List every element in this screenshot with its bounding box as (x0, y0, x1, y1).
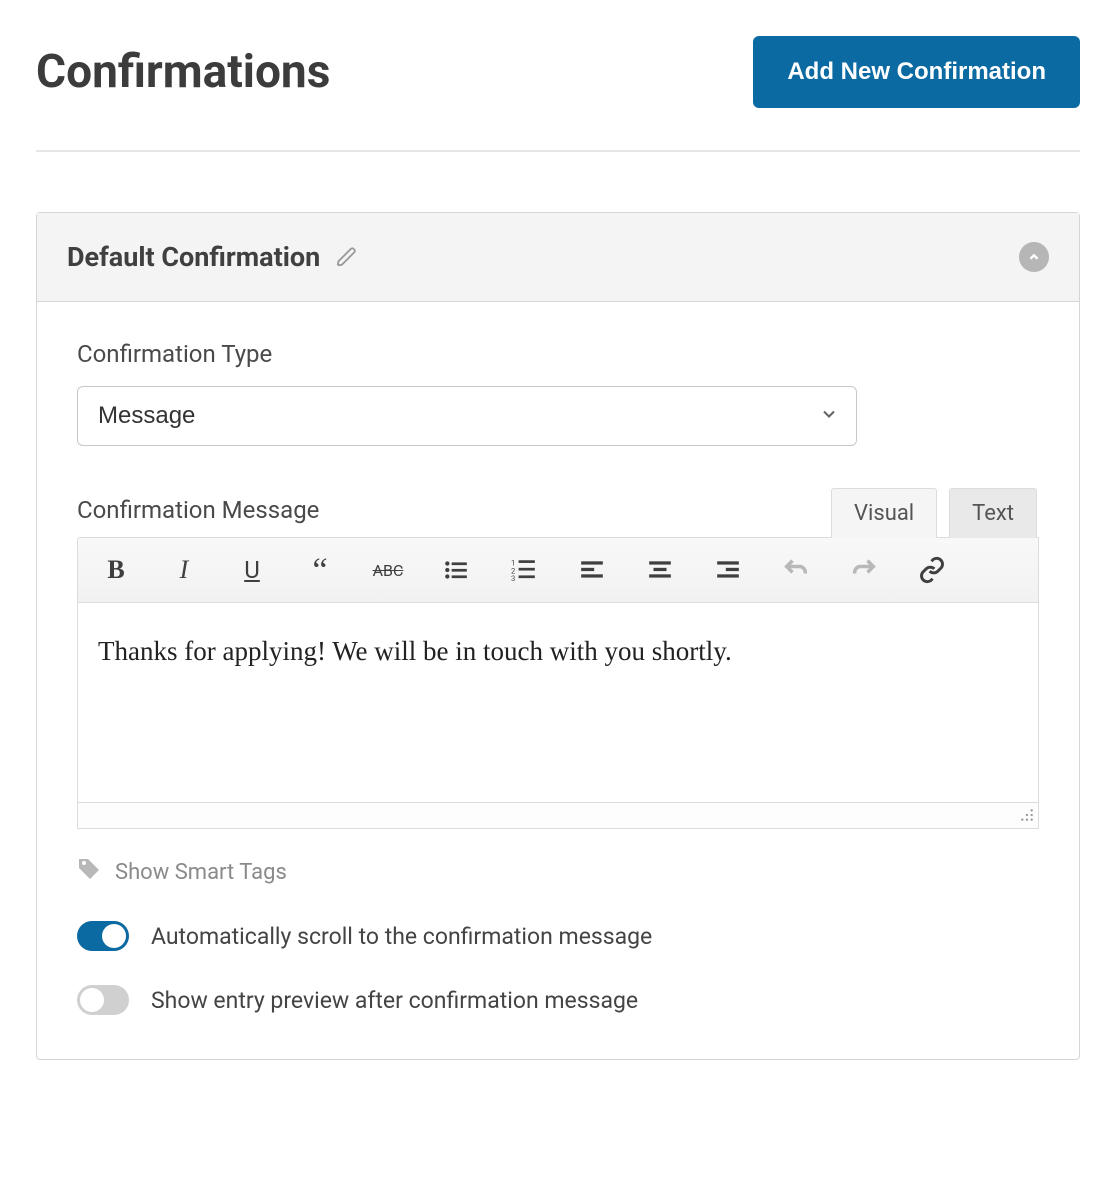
blockquote-icon[interactable]: “ (304, 554, 336, 586)
add-new-confirmation-button[interactable]: Add New Confirmation (753, 36, 1080, 108)
undo-icon[interactable] (780, 554, 812, 586)
confirmation-type-select[interactable] (77, 386, 857, 446)
align-left-icon[interactable] (576, 554, 608, 586)
numbered-list-icon[interactable]: 123 (508, 554, 540, 586)
underline-icon[interactable]: U (236, 554, 268, 586)
confirmation-message-editor[interactable]: Thanks for applying! We will be in touch… (77, 603, 1039, 803)
strikethrough-icon[interactable]: ABC (372, 554, 404, 586)
editor-statusbar (77, 803, 1039, 829)
align-right-icon[interactable] (712, 554, 744, 586)
show-smart-tags-link[interactable]: Show Smart Tags (115, 860, 287, 885)
link-icon[interactable] (916, 554, 948, 586)
tab-text[interactable]: Text (949, 488, 1037, 538)
panel-header: Default Confirmation (37, 213, 1079, 302)
entry-preview-toggle[interactable] (77, 985, 129, 1015)
confirmation-type-label: Confirmation Type (77, 340, 1039, 368)
entry-preview-label: Show entry preview after confirmation me… (151, 987, 638, 1014)
confirmation-message-label: Confirmation Message (77, 496, 319, 524)
redo-icon[interactable] (848, 554, 880, 586)
align-center-icon[interactable] (644, 554, 676, 586)
tab-visual[interactable]: Visual (831, 488, 937, 538)
page-title: Confirmations (36, 45, 330, 99)
svg-text:3: 3 (511, 574, 515, 583)
auto-scroll-toggle[interactable] (77, 921, 129, 951)
editor-toolbar: B I U “ ABC 123 (77, 537, 1039, 603)
tag-icon (77, 857, 101, 887)
panel-title: Default Confirmation (67, 241, 320, 273)
edit-icon[interactable] (336, 246, 358, 268)
resize-grip-icon[interactable] (1020, 808, 1034, 826)
bullet-list-icon[interactable] (440, 554, 472, 586)
bold-icon[interactable]: B (100, 554, 132, 586)
collapse-icon[interactable] (1019, 242, 1049, 272)
auto-scroll-label: Automatically scroll to the confirmation… (151, 923, 652, 950)
divider (36, 150, 1080, 152)
italic-icon[interactable]: I (168, 554, 200, 586)
confirmation-panel: Default Confirmation Confirmation Type (36, 212, 1080, 1060)
